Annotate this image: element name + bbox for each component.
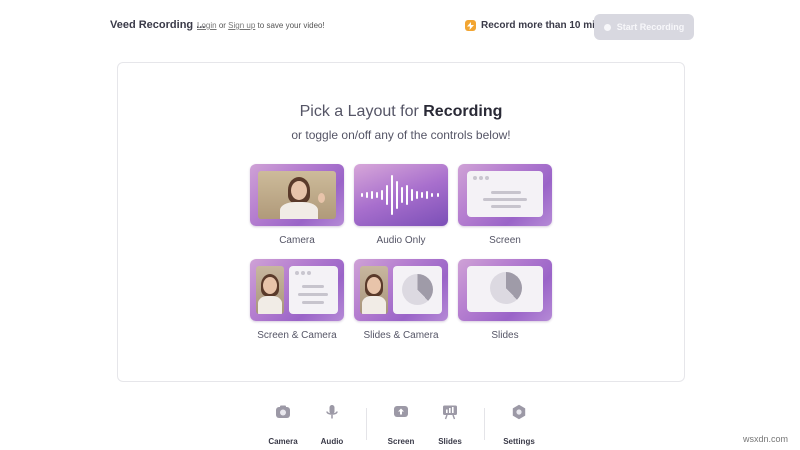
toolbar-divider <box>484 408 485 440</box>
toolbar-audio-label: Audio <box>320 437 344 446</box>
auth-prompt: Login or Sign up to save your video! <box>197 21 325 30</box>
layout-label: Slides & Camera <box>363 330 439 341</box>
slide-window-icon <box>467 266 543 312</box>
toolbar-audio[interactable]: Audio <box>307 404 357 446</box>
toolbar-screen[interactable]: Screen <box>376 404 426 446</box>
waveform-icon <box>361 175 439 215</box>
toolbar-settings[interactable]: Settings <box>494 404 544 446</box>
slides-camera-person-image <box>360 266 388 314</box>
screen-thumbnail <box>458 164 552 226</box>
slides-camera-thumbnail <box>354 259 448 321</box>
layout-label: Audio Only <box>376 235 426 246</box>
recording-title[interactable]: Veed Recording ... <box>110 19 205 31</box>
camera-person-image <box>258 171 336 219</box>
pie-chart-icon <box>402 274 433 305</box>
layout-audio-only[interactable]: Audio Only <box>354 164 448 246</box>
or-text: or <box>218 21 226 30</box>
header: Veed Recording ... Login or Sign up to s… <box>0 0 800 52</box>
toolbar-camera-label: Camera <box>268 437 298 446</box>
record-dot-icon <box>603 23 611 31</box>
screen-camera-thumbnail <box>250 259 344 321</box>
layout-screen-and-camera[interactable]: Screen & Camera <box>250 259 344 341</box>
screen-share-icon <box>394 406 408 417</box>
login-link[interactable]: Login <box>197 21 217 30</box>
layout-screen[interactable]: Screen <box>458 164 552 246</box>
bolt-icon <box>465 20 476 31</box>
panel-title: Pick a Layout for Recording <box>118 103 684 121</box>
toolbar-slides[interactable]: Slides <box>425 404 475 446</box>
signup-link[interactable]: Sign up <box>228 21 255 30</box>
pie-chart-icon <box>490 272 522 304</box>
panel-title-bold: Recording <box>423 103 503 120</box>
start-recording-button[interactable]: Start Recording <box>594 14 694 40</box>
toolbar-screen-label: Screen <box>387 437 415 446</box>
presentation-icon <box>443 405 457 420</box>
panel-title-prefix: Pick a Layout for <box>299 103 419 120</box>
start-recording-label: Start Recording <box>616 22 685 32</box>
microphone-icon <box>326 405 338 419</box>
toolbar-divider <box>366 408 367 440</box>
screen-window-icon <box>289 266 338 314</box>
camera-thumbnail <box>250 164 344 226</box>
layout-slides-and-camera[interactable]: Slides & Camera <box>354 259 448 341</box>
panel-subtitle: or toggle on/off any of the controls bel… <box>291 128 511 142</box>
camera-icon <box>276 405 290 418</box>
save-prompt-text: to save your video! <box>257 21 325 30</box>
watermark-text: wsxdn.com <box>742 434 788 444</box>
layout-label: Screen <box>489 235 521 246</box>
toolbar-slides-label: Slides <box>438 437 462 446</box>
layout-label: Camera <box>279 235 315 246</box>
gear-icon <box>512 404 526 420</box>
layout-slides[interactable]: Slides <box>458 259 552 341</box>
toolbar-camera[interactable]: Camera <box>258 404 308 446</box>
upgrade-label: Record more than 10 min <box>481 20 602 31</box>
upgrade-link[interactable]: Record more than 10 min <box>465 20 601 31</box>
layout-label: Slides <box>491 330 519 341</box>
slide-window-icon <box>393 266 442 314</box>
screen-camera-person-image <box>256 266 284 314</box>
toolbar-settings-label: Settings <box>503 437 535 446</box>
layout-label: Screen & Camera <box>257 330 337 341</box>
slides-thumbnail <box>458 259 552 321</box>
layout-camera[interactable]: Camera <box>250 164 344 246</box>
screen-window-icon <box>467 171 543 217</box>
audio-thumbnail <box>354 164 448 226</box>
layout-picker-panel: Pick a Layout for Recording or toggle on… <box>117 62 685 382</box>
